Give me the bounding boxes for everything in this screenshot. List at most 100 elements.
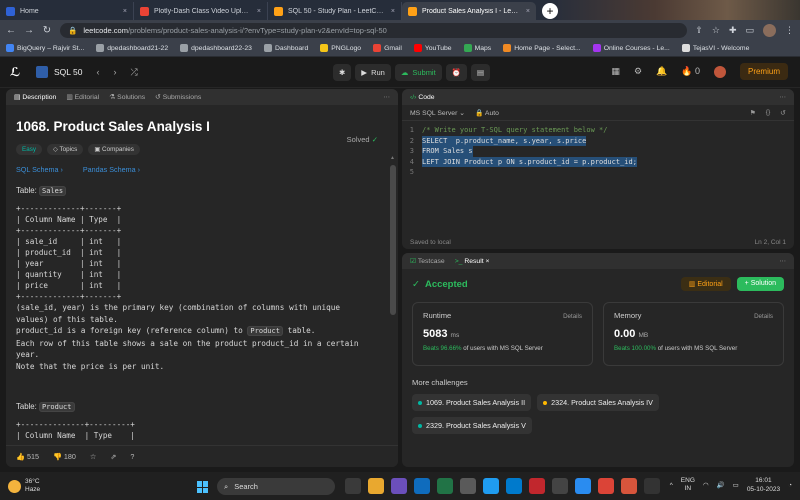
memory-card[interactable]: Memory Details 0.00 MB Beats 100.00% of … — [603, 302, 784, 366]
new-tab-button[interactable]: + — [542, 3, 558, 19]
close-icon[interactable]: × — [485, 258, 489, 265]
app-icon[interactable] — [575, 478, 591, 494]
bookmark-dpedashboard21[interactable]: dpedashboard21-22 — [96, 44, 168, 52]
file-explorer-icon[interactable] — [368, 478, 384, 494]
like-button[interactable]: 👍 515 — [16, 452, 39, 461]
memory-details-link[interactable]: Details — [754, 313, 773, 320]
extensions-icon[interactable]: ✚ — [729, 25, 737, 36]
leetcode-logo-icon[interactable]: ℒ — [10, 65, 24, 79]
next-problem-icon[interactable]: › — [114, 67, 117, 78]
layout-icon[interactable]: ▦ — [611, 66, 620, 77]
tab-submissions[interactable]: ↺ Submissions — [155, 93, 201, 101]
app-icon[interactable] — [552, 478, 568, 494]
bookmark-gmail[interactable]: Gmail — [373, 44, 402, 52]
description-scrollbar[interactable] — [390, 165, 396, 315]
browser-tab-sql50[interactable]: SQL 50 - Study Plan - LeetCode × — [268, 2, 402, 20]
close-icon[interactable]: × — [257, 8, 261, 15]
pandas-schema-link[interactable]: Pandas Schema › — [83, 165, 140, 174]
notes-button[interactable]: ▤ — [471, 64, 491, 81]
tab-solutions[interactable]: ⚗ Solutions — [109, 93, 145, 101]
bookmark-youtube[interactable]: YouTube — [413, 44, 452, 52]
excel-icon[interactable] — [437, 478, 453, 494]
bookmark-online-courses[interactable]: Online Courses - Le... — [592, 44, 670, 52]
url-input[interactable]: 🔒 leetcode.com/problems/product-sales-an… — [60, 22, 688, 38]
run-button[interactable]: ▶ Run — [355, 64, 391, 81]
code-editor[interactable]: 1/* Write your T-SQL query statement bel… — [402, 121, 794, 239]
favorite-icon[interactable]: ☆ — [90, 452, 96, 461]
editorial-button[interactable]: ▥ Editorial — [680, 277, 731, 291]
forward-icon[interactable]: → — [24, 25, 34, 36]
runtime-card[interactable]: Runtime Details 5083 ms Beats 96.66% of … — [412, 302, 593, 366]
more-icon[interactable]: ⋯ — [383, 93, 390, 101]
edge-icon[interactable] — [483, 478, 499, 494]
submit-button[interactable]: ☁ Submit — [394, 64, 442, 81]
chevron-up-icon[interactable]: ^ — [670, 482, 673, 489]
bookmark-dpedashboard22[interactable]: dpedashboard22-23 — [180, 44, 252, 52]
close-icon[interactable]: × — [123, 8, 127, 15]
problem-list-button[interactable]: SQL 50 — [36, 66, 83, 78]
challenge-link[interactable]: 1069. Product Sales Analysis II — [412, 394, 532, 411]
wifi-icon[interactable]: ◠ — [703, 481, 709, 489]
teams-icon[interactable] — [391, 478, 407, 494]
clock[interactable]: 16:01 05-10-2023 — [747, 476, 780, 494]
prev-problem-icon[interactable]: ‹ — [97, 67, 100, 78]
shuffle-icon[interactable]: ⤮ — [131, 67, 138, 78]
timer-button[interactable]: ⏰ — [445, 64, 468, 81]
premium-button[interactable]: Premium — [739, 63, 788, 80]
language-indicator[interactable]: ENG IN — [681, 477, 695, 493]
close-icon[interactable]: × — [391, 8, 395, 15]
tab-description[interactable]: ▤ Description — [14, 93, 56, 101]
weather-widget[interactable]: 36°C Haze — [8, 478, 40, 494]
browser-tab-gmail[interactable]: Plotly-Dash Class Video Uploads × — [134, 2, 268, 20]
challenge-link[interactable]: 2329. Product Sales Analysis V — [412, 417, 532, 434]
sql-schema-link[interactable]: SQL Schema › — [16, 165, 63, 174]
help-icon[interactable]: ? — [130, 452, 134, 461]
calculator-icon[interactable] — [460, 478, 476, 494]
browser-tab-home[interactable]: Home × — [0, 2, 134, 20]
close-icon[interactable]: × — [526, 8, 530, 15]
reset-icon[interactable]: ↺ — [780, 109, 786, 117]
bookmark-bigquery[interactable]: BigQuery – Rajvir St... — [6, 44, 84, 52]
language-select[interactable]: MS SQL Server ⌄ — [410, 109, 465, 117]
bell-icon[interactable]: 🔔 — [656, 66, 667, 77]
bookmark-icon[interactable]: ⚑ — [750, 109, 756, 117]
scroll-up-icon[interactable]: ▲ — [390, 155, 395, 161]
bookmark-home-page[interactable]: Home Page - Select... — [503, 44, 581, 52]
braces-icon[interactable]: {} — [766, 109, 771, 117]
outlook-icon[interactable] — [414, 478, 430, 494]
reload-icon[interactable]: ↻ — [42, 25, 52, 36]
browser-tab-problem[interactable]: Product Sales Analysis I - LeetCode × — [402, 2, 536, 20]
menu-icon[interactable]: ⋮ — [785, 25, 794, 36]
auto-toggle[interactable]: 🔒 Auto — [475, 109, 499, 117]
tab-result[interactable]: >_ Result × — [455, 258, 490, 265]
user-avatar[interactable] — [713, 65, 726, 78]
debug-button[interactable]: ✱ — [333, 64, 352, 81]
dislike-button[interactable]: 👎 180 — [53, 452, 76, 461]
bookmark-tejasvi[interactable]: TejasVI - Welcome — [681, 44, 749, 52]
taskbar-search[interactable]: ⌕ Search — [217, 478, 335, 495]
tab-testcase[interactable]: ☑ Testcase — [410, 257, 445, 265]
app-icon[interactable] — [644, 478, 660, 494]
star-icon[interactable]: ☆ — [712, 25, 720, 36]
share-icon[interactable]: ⇗ — [110, 452, 116, 461]
settings-icon[interactable]: ⚙ — [634, 66, 642, 77]
task-view-icon[interactable] — [345, 478, 361, 494]
app-icon[interactable] — [529, 478, 545, 494]
profile-avatar[interactable] — [763, 23, 776, 37]
battery-icon[interactable]: ▭ — [733, 481, 739, 489]
windows-start-icon[interactable] — [197, 481, 209, 493]
runtime-details-link[interactable]: Details — [563, 313, 582, 320]
share-icon[interactable]: ⇪ — [695, 25, 703, 36]
chrome-icon[interactable] — [598, 478, 614, 494]
volume-icon[interactable]: 🔊 — [717, 481, 725, 489]
vscode-icon[interactable] — [506, 478, 522, 494]
back-icon[interactable]: ← — [6, 25, 16, 36]
companies-chip[interactable]: ▣ Companies — [88, 144, 140, 155]
sidebar-icon[interactable]: ▭ — [745, 25, 754, 36]
app-icon[interactable] — [621, 478, 637, 494]
tab-editorial[interactable]: ▥ Editorial — [66, 93, 99, 101]
bookmark-pnglogo[interactable]: PNGLogo — [320, 44, 361, 52]
more-icon[interactable]: ⋯ — [779, 93, 786, 101]
challenge-link[interactable]: 2324. Product Sales Analysis IV — [537, 394, 659, 411]
streak-counter[interactable]: 🔥 0 — [681, 66, 700, 77]
